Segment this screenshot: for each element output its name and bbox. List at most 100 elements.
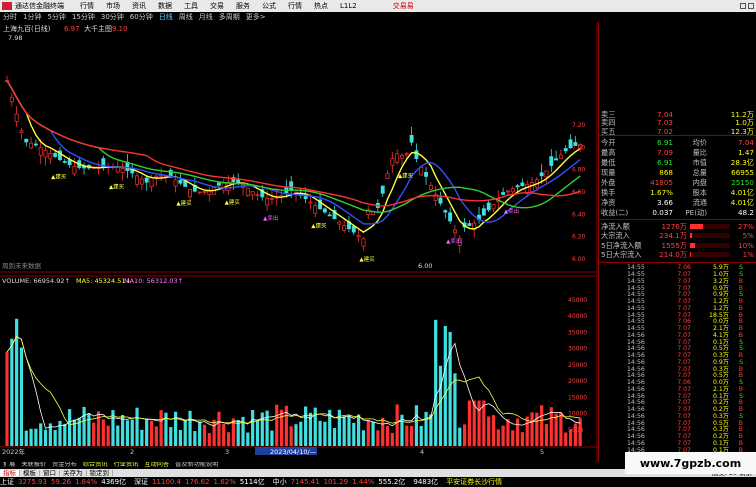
candle-body [549, 156, 554, 166]
menu-item[interactable]: 热点 [308, 2, 334, 10]
volume-bar [318, 420, 322, 446]
index-name[interactable]: 上证 [0, 478, 18, 486]
info-tab-extend[interactable]: 扩展 [0, 462, 18, 468]
volume-bar [68, 409, 72, 446]
minimize-icon[interactable] [740, 3, 746, 9]
info-tab-help[interactable]: 普及新功能说明 [172, 462, 221, 468]
stat-value: 28.3亿 [730, 157, 754, 167]
period-30min[interactable]: 30分钟 [98, 13, 127, 21]
menu-item[interactable]: 数据 [152, 2, 178, 10]
volume-bar [559, 412, 563, 446]
candle-body [120, 168, 125, 174]
buy-signal: ▲建买 [109, 183, 125, 191]
close-icon[interactable] [748, 3, 754, 9]
menu-item[interactable]: 交易 [204, 2, 230, 10]
tick-row: 14:55 7.07 1.0万 S [627, 271, 755, 279]
period-1min[interactable]: 1分钟 [20, 13, 44, 21]
divider [599, 219, 756, 220]
candle-body [43, 149, 48, 158]
candle-body [438, 197, 443, 204]
volume-bar [410, 425, 414, 446]
tick-row: 14:56 7.07 0.9万 S [627, 359, 755, 367]
index-pct: 1.44% [352, 477, 375, 486]
tab-indicator[interactable]: 指标 [0, 470, 20, 477]
volume-bar [501, 425, 505, 446]
tab-template[interactable]: 模板 [20, 470, 40, 477]
index-value: 7145.41 [290, 477, 320, 486]
news-ticker[interactable]: 平安证券长沙行情 [442, 478, 506, 486]
candle-body [395, 153, 400, 163]
menu-item[interactable]: 行情 [74, 2, 100, 10]
volume-axis-label: 30000 [568, 346, 587, 353]
date-month: 3 [225, 448, 229, 456]
candle-body [530, 182, 534, 192]
index-amount: 9483亿 [413, 477, 439, 486]
menu-item[interactable]: 服务 [230, 2, 256, 10]
volume-bar [63, 423, 67, 446]
period-5min[interactable]: 5分钟 [44, 13, 68, 21]
info-tab-news[interactable]: 综合资讯 [80, 462, 111, 468]
period-more[interactable]: 更多> [243, 13, 269, 21]
trade-button[interactable]: 交易易 [393, 2, 418, 10]
kline-chart[interactable]: ▲建买 ▲建买 ▲建买 ▲建买 ▲卖出 ▲建买 ▲建买 ▲建买 ▲卖出 ▲卖出 7.20 7.00 6… [0, 22, 598, 469]
volume-bar [304, 406, 308, 446]
volume-bar [251, 410, 255, 446]
stat-label: 最低 [601, 157, 616, 167]
period-monthly[interactable]: 月线 [196, 13, 216, 21]
info-tab-funds[interactable]: 资金分布 [49, 462, 80, 468]
info-tab-qa[interactable]: 互动问答 [141, 462, 172, 468]
volume-bar [289, 426, 293, 446]
tab-lock[interactable]: 锁定到 [87, 470, 113, 477]
candle-body [414, 150, 419, 159]
ask-vol: 1.0万 [735, 118, 754, 128]
info-tab-industry[interactable]: 行业资讯 [111, 462, 142, 468]
stat-value: 4.01亿 [730, 197, 754, 207]
candle-body [29, 142, 34, 149]
period-daily[interactable]: 日线 [156, 13, 176, 21]
period-weekly[interactable]: 周线 [176, 13, 196, 21]
period-60min[interactable]: 60分钟 [127, 13, 156, 21]
menu-item[interactable]: L1L2 [334, 2, 363, 10]
volume-bar [491, 415, 496, 446]
flow-row: 5日大宗流入 214.0万 1% [601, 251, 755, 260]
tick-row: 14:56 7.07 0.3万 S [627, 413, 755, 421]
volume-bar [342, 416, 346, 446]
tab-window[interactable]: 窗口 [40, 470, 60, 477]
menu-item[interactable]: 工具 [178, 2, 204, 10]
candle-body [9, 96, 14, 103]
candle-body [149, 177, 154, 187]
index-name[interactable]: 深证 [134, 478, 152, 486]
period-minute[interactable]: 分时 [0, 13, 20, 21]
app-name: 通达信金融终端 [15, 1, 64, 10]
menu-item[interactable]: 资讯 [126, 2, 152, 10]
volume-bar [366, 419, 370, 446]
stat-value: 1.67% [650, 187, 673, 197]
period-15min[interactable]: 15分钟 [69, 13, 98, 21]
index-name[interactable]: 中小 [273, 478, 291, 486]
volume-bar [140, 429, 144, 446]
candle-body [409, 134, 414, 143]
stat-value: 25150 [731, 177, 754, 187]
volume-bar [106, 425, 110, 446]
volume-axis-label: 40000 [568, 313, 587, 320]
info-tab-related[interactable]: 关联报价 [18, 462, 49, 468]
tab-save-as[interactable]: 关存为 [60, 470, 87, 477]
tick-row: 14:55 7.07 1.2万 B [627, 298, 755, 306]
volume-bar [265, 410, 269, 446]
volume-bar [554, 413, 558, 446]
top-price-label: 7.98 [8, 34, 22, 42]
volume-bar [506, 419, 510, 446]
candle-body [510, 188, 515, 193]
volume-bar [260, 412, 264, 446]
volume-bar [19, 347, 24, 446]
period-multi[interactable]: 多周期 [216, 13, 243, 21]
menu-item[interactable]: 市场 [100, 2, 126, 10]
menu-item[interactable]: 公式 [256, 2, 282, 10]
candle-body [491, 203, 496, 210]
tick-row: 14:55 7.07 0.9万 S [627, 292, 755, 299]
date-month: 5 [540, 448, 544, 456]
flow-row: 大宗流入 234.1万 5% [601, 232, 755, 241]
flow-pct: 1% [742, 250, 754, 260]
menu-item[interactable]: 行情 [282, 2, 308, 10]
volume-ma-line [6, 336, 581, 426]
